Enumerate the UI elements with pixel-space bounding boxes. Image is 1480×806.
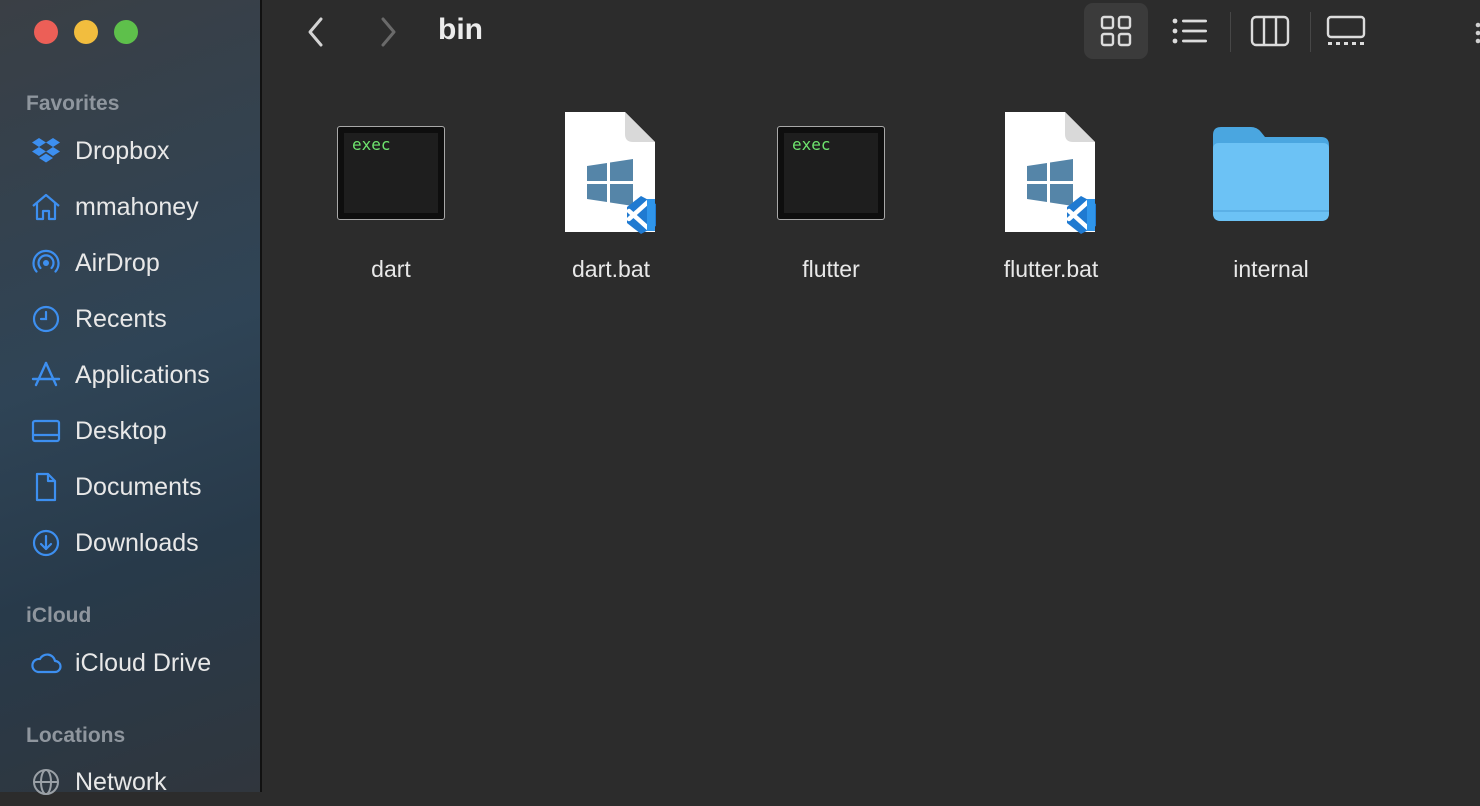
sidebar-item-label: Dropbox [75, 136, 170, 165]
globe-icon [30, 766, 62, 798]
zoom-window-button[interactable] [114, 20, 138, 44]
back-button[interactable] [298, 14, 334, 50]
file-item-internal[interactable]: internal [1181, 108, 1361, 288]
forward-button[interactable] [370, 14, 406, 50]
gallery-view-button[interactable] [1314, 3, 1378, 59]
exec-badge: exec [792, 135, 831, 154]
minimize-window-button[interactable] [74, 20, 98, 44]
section-label-favorites: Favorites [26, 92, 120, 115]
clock-icon [30, 303, 62, 335]
cloud-icon [30, 647, 62, 679]
sidebar-item-label: Network [75, 767, 167, 796]
sidebar-item-network[interactable]: Network [0, 758, 260, 806]
close-window-button[interactable] [34, 20, 58, 44]
file-item-flutter[interactable]: exec flutter [741, 108, 921, 288]
toolbar-separator [1230, 12, 1231, 52]
file-name: dart.bat [572, 256, 650, 282]
toolbar-separator [1310, 12, 1311, 52]
chevron-right-icon [381, 17, 396, 47]
dropbox-icon [30, 135, 62, 167]
bat-file-icon [961, 108, 1141, 238]
exec-icon: exec [301, 108, 481, 238]
sidebar-item-icloud-drive[interactable]: iCloud Drive [0, 639, 260, 687]
list-icon [1172, 18, 1207, 44]
download-icon [30, 527, 62, 559]
window-title: bin [438, 13, 483, 46]
column-view-button[interactable] [1238, 3, 1302, 59]
file-name: flutter.bat [1003, 256, 1099, 282]
folder-icon [1181, 108, 1361, 238]
icon-view-button[interactable] [1084, 3, 1148, 59]
file-item-dart-bat[interactable]: dart.bat [521, 108, 701, 288]
section-label-locations: Locations [26, 724, 126, 747]
sidebar-item-downloads[interactable]: Downloads [0, 519, 260, 567]
sidebar-item-desktop[interactable]: Desktop [0, 407, 260, 455]
sidebar-item-label: Downloads [75, 528, 199, 557]
sidebar-item-applications[interactable]: Applications [0, 351, 260, 399]
sidebar-item-label: iCloud Drive [75, 648, 212, 677]
columns-icon [1250, 15, 1290, 47]
sidebar: Favorites Dropbox mmahoney AirDrop Recen… [0, 0, 260, 796]
airdrop-icon [30, 247, 62, 279]
sidebar-divider [260, 0, 262, 792]
document-icon [30, 471, 62, 503]
gallery-icon [1326, 15, 1366, 45]
more-toolbar-icon[interactable] [1474, 20, 1480, 46]
applications-icon [30, 359, 62, 391]
sidebar-item-recents[interactable]: Recents [0, 295, 260, 343]
sidebar-item-documents[interactable]: Documents [0, 463, 260, 511]
list-view-button[interactable] [1158, 3, 1222, 59]
sidebar-item-label: Applications [75, 360, 210, 389]
file-name: internal [1233, 256, 1309, 282]
sidebar-item-label: AirDrop [75, 248, 160, 277]
sidebar-item-label: Documents [75, 472, 202, 501]
sidebar-item-label: mmahoney [75, 192, 199, 221]
chevron-left-icon [308, 17, 323, 47]
bat-file-icon [521, 108, 701, 238]
section-label-icloud: iCloud [26, 604, 92, 627]
file-name: dart [371, 256, 411, 282]
sidebar-item-airdrop[interactable]: AirDrop [0, 239, 260, 287]
file-item-dart[interactable]: exec dart [301, 108, 481, 288]
exec-icon: exec [741, 108, 921, 238]
file-item-flutter-bat[interactable]: flutter.bat [961, 108, 1141, 288]
sidebar-item-label: Desktop [75, 416, 167, 445]
grid-icon [1100, 15, 1132, 47]
desktop-icon [30, 415, 62, 447]
sidebar-item-mmahoney[interactable]: mmahoney [0, 183, 260, 231]
home-icon [30, 191, 62, 223]
sidebar-item-label: Recents [75, 304, 167, 333]
exec-badge: exec [352, 135, 391, 154]
file-name: flutter [802, 256, 860, 282]
sidebar-item-dropbox[interactable]: Dropbox [0, 127, 260, 175]
